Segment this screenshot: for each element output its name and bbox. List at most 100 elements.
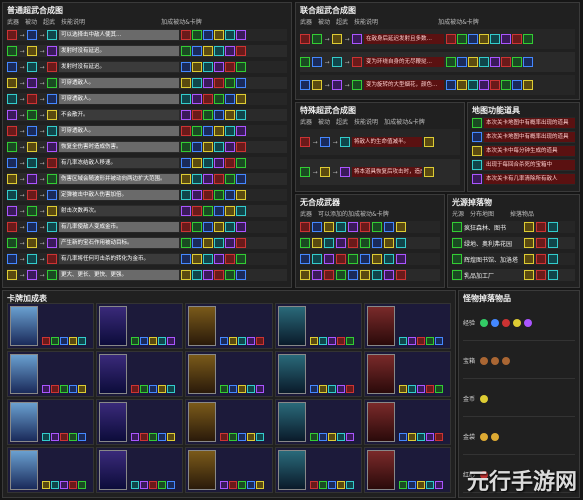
combo-row: → → 恢复全伤害时造成伤害。 <box>7 141 287 153</box>
bonus-icon <box>512 80 522 90</box>
bonus-icon <box>220 433 229 441</box>
col-drops: 掉落物品 <box>510 211 535 218</box>
bonus-icon <box>225 78 235 88</box>
bonus-icon <box>345 385 354 393</box>
super-weapon-icon <box>352 57 362 67</box>
super-weapon-icon <box>47 270 57 280</box>
bonus-icon <box>238 337 247 345</box>
card-bonus-icons <box>220 385 265 393</box>
bonus-icon <box>490 80 500 90</box>
map-name: 乳品加工厂 <box>464 272 495 280</box>
bonus-icon <box>203 30 213 40</box>
drop-row: 金袋 <box>463 419 575 455</box>
combo-row: → → 变为环绕自身的无尽鞭挞… <box>300 52 575 72</box>
arrow-icon: → <box>19 191 25 199</box>
skill-description: 可穿透敌人。 <box>59 126 179 136</box>
col-super: 超武 <box>43 19 56 26</box>
card-art <box>99 306 128 346</box>
drop-gem-icon <box>491 318 499 327</box>
arrow-icon: → <box>19 79 25 87</box>
skill-description: 不会散开。 <box>59 110 179 120</box>
passive-icon <box>27 142 37 152</box>
drop-icon <box>536 238 546 248</box>
header-row: 光源 分布地图 掉落物品 <box>452 209 575 219</box>
skill-description: 可以选择击中敌人使其… <box>59 30 179 40</box>
tarot-card <box>96 351 184 397</box>
col-bonus: 加成被动&卡牌 <box>161 19 202 26</box>
super-weapon-icon <box>47 78 57 88</box>
passive-icon <box>27 238 37 248</box>
bonus-icon <box>479 34 489 44</box>
panel-title: 怪物掉落物品 <box>463 294 511 303</box>
card-art <box>10 354 38 394</box>
map-item-row: 本次关卡地图中有概率出现的道具 <box>472 131 575 143</box>
bonus-icon <box>396 270 406 280</box>
bonus-icon <box>203 254 213 264</box>
union-super-weapon-panel: 联合超武合成图 武器 被动 超武 技能说明 加成被动&卡牌 → → 在敌身后延迟发射… <box>295 2 580 100</box>
tarot-card <box>363 303 451 349</box>
bonus-icon <box>214 238 224 248</box>
weapon-icon <box>7 46 17 56</box>
bonus-icon <box>229 481 238 489</box>
bonus-icon <box>345 481 354 489</box>
col-desc: 技能说明 <box>354 19 379 26</box>
header-row: 武器 被动 超武 技能说明 加成被动&卡牌 <box>7 17 287 27</box>
bonus-icon <box>167 337 176 345</box>
item-icon <box>472 174 482 184</box>
bonus-icon <box>220 481 229 489</box>
bonus-icon <box>236 270 246 280</box>
bonus-icon <box>324 222 334 232</box>
bonus-icons <box>181 158 246 168</box>
map-name: 绿地、奥利弗花园 <box>464 240 513 248</box>
bonus-icon <box>236 62 246 72</box>
item-description: 本次关卡中每分钟生成的道具 <box>484 146 575 156</box>
bonus-icons <box>181 142 246 152</box>
bonus-icon <box>203 222 213 232</box>
bonus-icons <box>181 30 246 40</box>
weapon-icon <box>7 110 17 120</box>
bonus-icon <box>214 126 224 136</box>
bonus-icon <box>192 62 202 72</box>
card-art <box>277 306 306 346</box>
skill-description: 射击次数再次。 <box>59 206 179 216</box>
bonus-icon <box>336 385 345 393</box>
bonus-icon <box>348 222 358 232</box>
card-bonus-icons <box>42 385 86 393</box>
weapon-icon <box>300 222 310 232</box>
bonus-icon <box>425 337 434 345</box>
header-row: 武器 被动 超武 技能说明 加成被动&卡牌 <box>300 117 460 127</box>
weapon-icon <box>7 206 17 216</box>
bonus-icon <box>60 385 68 393</box>
watermark: 元行手游网 <box>466 470 577 495</box>
bonus-icon <box>225 190 235 200</box>
super-weapon-icon <box>47 30 57 40</box>
arrow-icon: → <box>324 81 330 89</box>
bonus-icons <box>181 238 246 248</box>
bonus-icon <box>446 57 456 67</box>
bonus-icon <box>372 270 382 280</box>
arrow-icon: → <box>19 47 25 55</box>
bonus-icon <box>181 174 191 184</box>
drop-gem-icon <box>502 318 510 327</box>
col-weapon: 武器 <box>300 211 313 218</box>
card-art <box>366 354 395 394</box>
arrow-icon: → <box>344 58 350 66</box>
bonus-icon <box>384 270 394 280</box>
arrow-icon: → <box>39 159 45 167</box>
col-weapon: 武器 <box>300 119 313 126</box>
weapon-icon <box>300 167 310 177</box>
drop-label: 经验 <box>463 320 476 327</box>
bonus-icon <box>42 337 50 345</box>
drop-label: 金袋 <box>463 434 476 441</box>
bonus-icon <box>236 110 246 120</box>
bonus-icon <box>214 142 224 152</box>
panel-title: 联合超武合成图 <box>300 6 356 15</box>
bonus-icons <box>181 190 246 200</box>
combo-row: → → 将本道具恢复后攻击时，造成… <box>300 159 460 185</box>
bonus-icon <box>149 433 158 441</box>
bonus-icon <box>229 337 238 345</box>
bonus-icon <box>192 238 202 248</box>
light-source-icon <box>452 238 462 248</box>
bonus-icon <box>256 481 265 489</box>
combo-row: → → 有几率使敌人变成金币。 <box>7 221 287 233</box>
